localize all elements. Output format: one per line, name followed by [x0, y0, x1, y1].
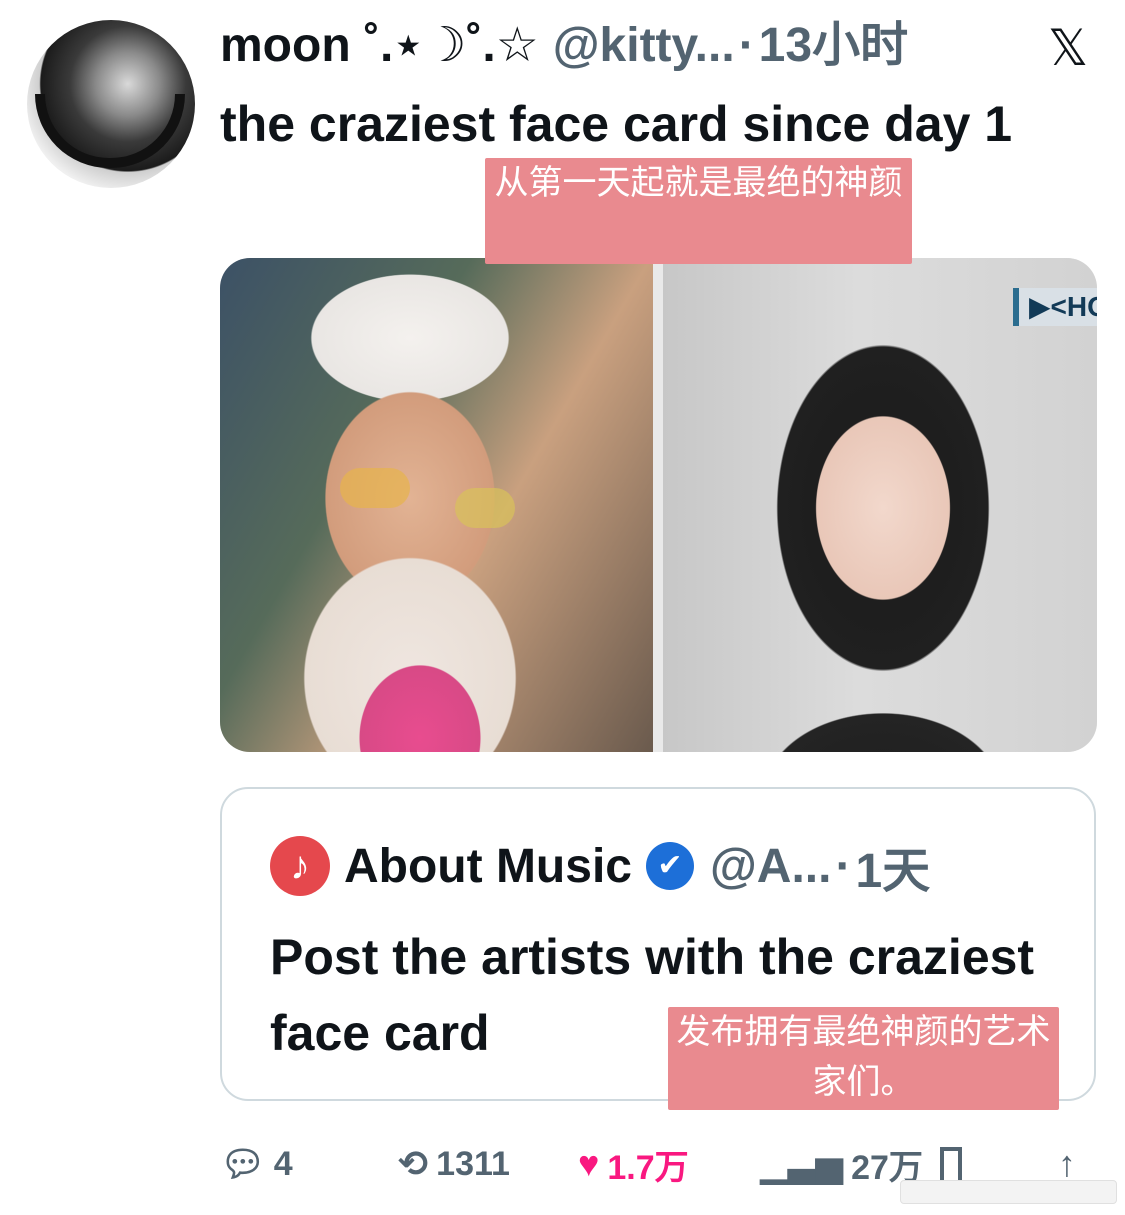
bookmark-icon: [940, 1147, 962, 1181]
childhood-photo[interactable]: [220, 258, 653, 752]
tweet-header: moon ˚.⋆☽˚.☆ @kitty... · 13小时: [220, 14, 1120, 78]
avatar-frame: [35, 94, 185, 168]
views-button[interactable]: ▁▃▅ 27万: [760, 1140, 923, 1189]
heart-icon: ♥: [578, 1143, 600, 1184]
retweet-count: 1311: [436, 1144, 510, 1183]
reply-button[interactable]: 💬︎ 4: [220, 1143, 293, 1185]
reply-icon: 💬︎: [220, 1143, 266, 1184]
user-avatar[interactable]: [27, 20, 195, 188]
watermark: [900, 1180, 1117, 1204]
quoted-handle: @A...: [709, 839, 832, 893]
like-button[interactable]: ♥ 1.7万: [578, 1140, 689, 1189]
face-paint: [340, 468, 410, 508]
media-grid: ▶<HOI: [220, 258, 1097, 752]
translation-caption: 发布拥有最绝神颜的艺术家们。: [668, 1007, 1059, 1110]
quoted-tweet-header: ♪ About Music ✔ @A... · 1天: [270, 836, 930, 898]
quoted-display-name: About Music: [344, 839, 632, 893]
separator-dot: ·: [835, 839, 852, 893]
translation-caption: 从第一天起就是最绝的神颜: [485, 158, 912, 264]
verified-badge-icon: ✔: [645, 842, 694, 890]
face-paint: [455, 488, 515, 528]
retweet-button[interactable]: ⟲ 1311: [398, 1143, 510, 1185]
bookmark-button[interactable]: [940, 1147, 962, 1181]
music-note-icon: ♪: [270, 836, 330, 896]
like-count: 1.7万: [607, 1148, 689, 1187]
x-logo-icon: 𝕏: [1047, 20, 1089, 76]
quoted-timestamp: 1天: [855, 845, 931, 898]
display-name[interactable]: moon ˚.⋆☽˚.☆: [220, 14, 539, 78]
share-button[interactable]: ↑: [1058, 1143, 1084, 1185]
bar-chart-icon: ▁▃▅: [760, 1143, 844, 1184]
user-handle[interactable]: @kitty...: [553, 14, 735, 78]
retweet-icon: ⟲: [398, 1143, 429, 1184]
separator-dot: ·: [738, 19, 755, 72]
broadcast-badge: ▶<HOI: [1013, 288, 1097, 326]
timestamp[interactable]: 13小时: [759, 14, 908, 78]
adult-photo[interactable]: ▶<HOI: [663, 258, 1097, 752]
share-icon: ↑: [1058, 1143, 1076, 1184]
tweet-text: the craziest face card since day 1: [220, 96, 1013, 152]
reply-count: 4: [273, 1144, 293, 1183]
